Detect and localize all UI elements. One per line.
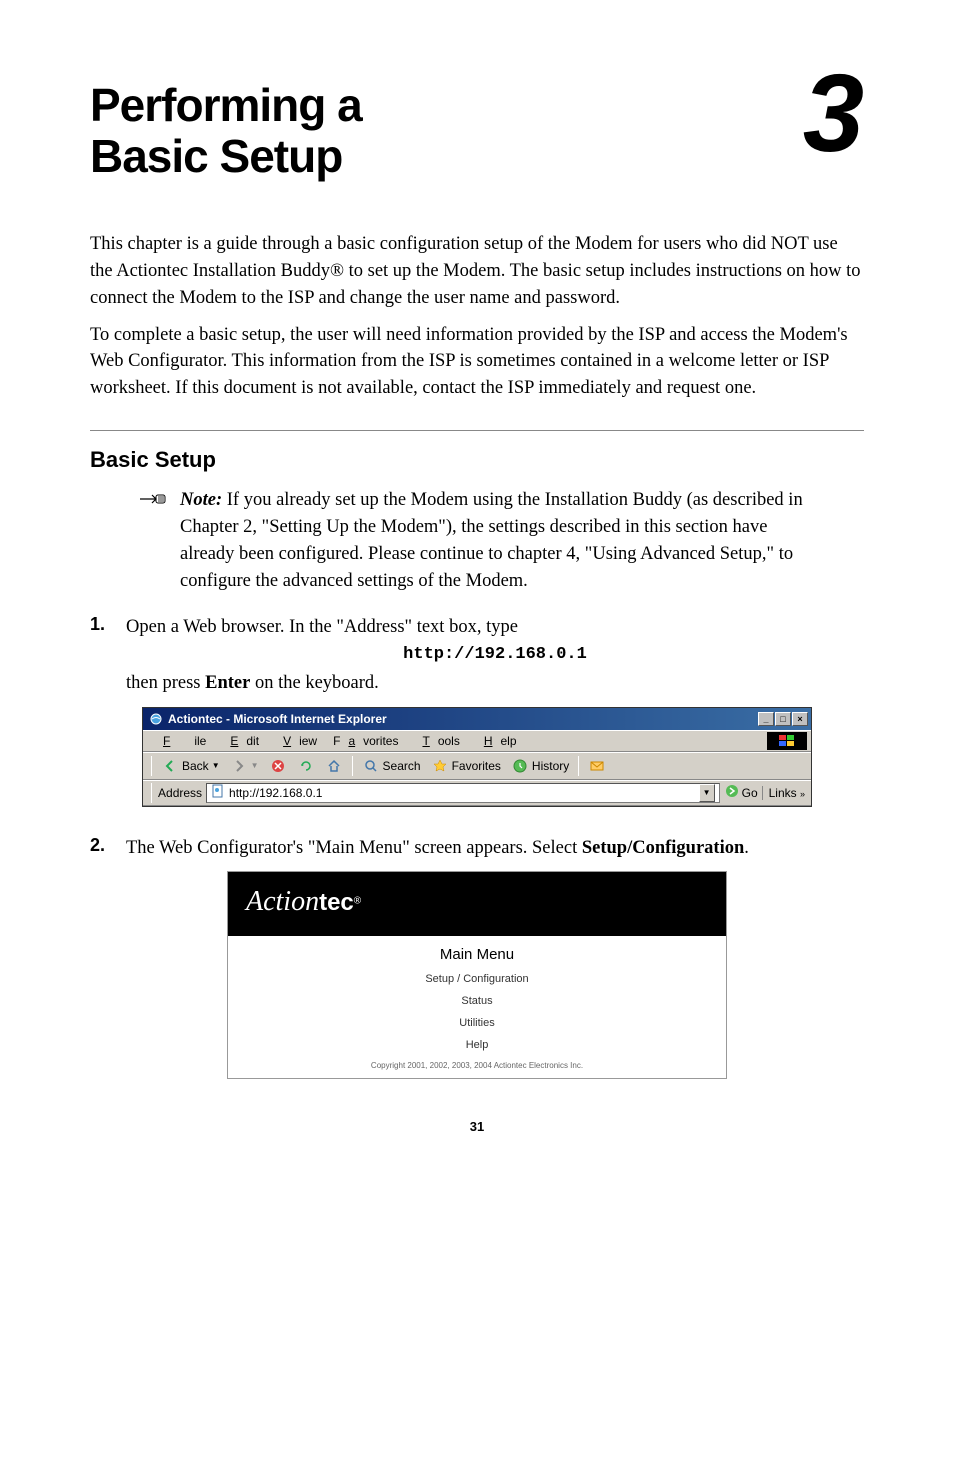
step-1-address: http://192.168.0.1 bbox=[126, 643, 864, 668]
addressbar-grip bbox=[151, 783, 152, 803]
forward-dropdown-icon: ▼ bbox=[251, 761, 259, 770]
back-label: Back bbox=[182, 759, 209, 773]
address-input[interactable]: http://192.168.0.1 ▼ bbox=[206, 783, 720, 803]
actiontec-logo-tec: tec bbox=[319, 889, 354, 916]
toolbar-grip bbox=[151, 756, 152, 776]
step-1-text-a: Open a Web browser. In the "Address" tex… bbox=[126, 617, 518, 637]
toolbar-divider-2 bbox=[578, 756, 579, 776]
section-heading: Basic Setup bbox=[90, 447, 864, 473]
chapter-title-line1: Performing a bbox=[90, 79, 362, 131]
close-button[interactable]: × bbox=[792, 712, 808, 726]
note-label: Note: bbox=[180, 490, 222, 510]
chapter-header: Performing a Basic Setup 3 bbox=[90, 80, 864, 181]
step-2-number: 2. bbox=[90, 835, 126, 856]
mail-button[interactable] bbox=[585, 756, 609, 776]
step-2-text-prefix: The Web Configurator's "Main Menu" scree… bbox=[126, 838, 582, 858]
copyright-text: Copyright 2001, 2002, 2003, 2004 Actiont… bbox=[228, 1061, 726, 1070]
chapter-title: Performing a Basic Setup bbox=[90, 80, 362, 181]
step-1-text-b-bold: Enter bbox=[205, 673, 250, 693]
step-2-text-suffix: . bbox=[744, 838, 749, 858]
back-dropdown-icon: ▼ bbox=[212, 761, 220, 770]
go-arrow-icon bbox=[724, 783, 740, 802]
menu-favorites[interactable]: Favorites bbox=[325, 732, 406, 750]
menu-setup-configuration[interactable]: Setup / Configuration bbox=[228, 973, 726, 985]
ie-addressbar: Address http://192.168.0.1 ▼ Go Links » bbox=[143, 780, 811, 806]
minimize-button[interactable]: _ bbox=[758, 712, 774, 726]
ie-app-icon bbox=[149, 712, 163, 726]
refresh-button[interactable] bbox=[294, 756, 318, 776]
note-pointing-hand-icon bbox=[138, 489, 168, 514]
menu-view[interactable]: View bbox=[267, 732, 325, 750]
back-button[interactable]: Back ▼ bbox=[158, 756, 223, 776]
step-2: 2. The Web Configurator's "Main Menu" sc… bbox=[90, 835, 864, 862]
step-1-text-b-suffix: on the keyboard. bbox=[250, 673, 378, 693]
page-number: 31 bbox=[90, 1119, 864, 1134]
menu-utilities[interactable]: Utilities bbox=[228, 1017, 726, 1029]
back-arrow-icon bbox=[161, 757, 179, 775]
step-2-content: The Web Configurator's "Main Menu" scree… bbox=[126, 835, 864, 862]
chapter-title-line2: Basic Setup bbox=[90, 130, 342, 182]
menu-file[interactable]: File bbox=[147, 732, 214, 750]
address-page-icon bbox=[211, 784, 225, 801]
links-button[interactable]: Links » bbox=[762, 786, 805, 800]
ie-toolbar: Back ▼ ▼ Sea bbox=[143, 752, 811, 780]
go-button[interactable]: Go bbox=[724, 783, 758, 802]
links-label: Links bbox=[769, 786, 797, 800]
actiontec-panel: Actiontec® Main Menu Setup / Configurati… bbox=[227, 871, 727, 1079]
address-dropdown-button[interactable]: ▼ bbox=[699, 784, 715, 802]
intro-paragraph-1: This chapter is a guide through a basic … bbox=[90, 231, 864, 311]
maximize-button[interactable]: □ bbox=[775, 712, 791, 726]
actiontec-body: Main Menu Setup / Configuration Status U… bbox=[228, 936, 726, 1078]
search-button[interactable]: Search bbox=[359, 756, 424, 776]
mail-icon bbox=[588, 757, 606, 775]
search-icon bbox=[362, 757, 380, 775]
history-button[interactable]: History bbox=[508, 756, 572, 776]
intro-paragraph-2: To complete a basic setup, the user will… bbox=[90, 322, 864, 402]
favorites-star-icon bbox=[431, 757, 449, 775]
step-1-text-b-prefix: then press bbox=[126, 673, 205, 693]
step-1: 1. Open a Web browser. In the "Address" … bbox=[90, 614, 864, 696]
favorites-label: Favorites bbox=[452, 759, 501, 773]
address-label: Address bbox=[158, 786, 202, 800]
note-block: Note: If you already set up the Modem us… bbox=[138, 487, 864, 594]
windows-flag-icon bbox=[767, 732, 807, 750]
home-button[interactable] bbox=[322, 756, 346, 776]
menu-help[interactable]: Help bbox=[228, 1039, 726, 1051]
menu-edit[interactable]: Edit bbox=[214, 732, 267, 750]
ie-titlebar: Actiontec - Microsoft Internet Explorer … bbox=[143, 708, 811, 730]
forward-arrow-icon bbox=[230, 757, 248, 775]
forward-button[interactable]: ▼ bbox=[227, 756, 262, 776]
address-value: http://192.168.0.1 bbox=[229, 786, 322, 800]
ie-title-text: Actiontec - Microsoft Internet Explorer bbox=[168, 712, 387, 726]
refresh-icon bbox=[297, 757, 315, 775]
step-1-number: 1. bbox=[90, 614, 126, 635]
note-body: If you already set up the Modem using th… bbox=[180, 490, 803, 590]
search-label: Search bbox=[383, 759, 421, 773]
menu-status[interactable]: Status bbox=[228, 995, 726, 1007]
home-icon bbox=[325, 757, 343, 775]
ie-menubar: File Edit View Favorites Tools Help bbox=[143, 730, 811, 752]
go-label: Go bbox=[742, 786, 758, 800]
section-divider bbox=[90, 430, 864, 431]
step-1-content: Open a Web browser. In the "Address" tex… bbox=[126, 614, 864, 696]
menu-tools[interactable]: Tools bbox=[406, 732, 467, 750]
toolbar-divider-1 bbox=[352, 756, 353, 776]
step-2-text-bold: Setup/Configuration bbox=[582, 838, 744, 858]
ie-window: Actiontec - Microsoft Internet Explorer … bbox=[142, 707, 812, 807]
menu-help[interactable]: Help bbox=[468, 732, 525, 750]
stop-icon bbox=[269, 757, 287, 775]
registered-symbol: ® bbox=[354, 896, 361, 907]
actiontec-header: Actiontec® bbox=[228, 872, 726, 936]
actiontec-logo-script: Action bbox=[246, 886, 319, 917]
stop-button[interactable] bbox=[266, 756, 290, 776]
history-clock-icon bbox=[511, 757, 529, 775]
links-chevron-icon: » bbox=[800, 789, 805, 799]
chapter-number: 3 bbox=[803, 70, 864, 158]
main-menu-title: Main Menu bbox=[228, 946, 726, 963]
history-label: History bbox=[532, 759, 569, 773]
favorites-button[interactable]: Favorites bbox=[428, 756, 504, 776]
note-text: Note: If you already set up the Modem us… bbox=[180, 487, 864, 594]
